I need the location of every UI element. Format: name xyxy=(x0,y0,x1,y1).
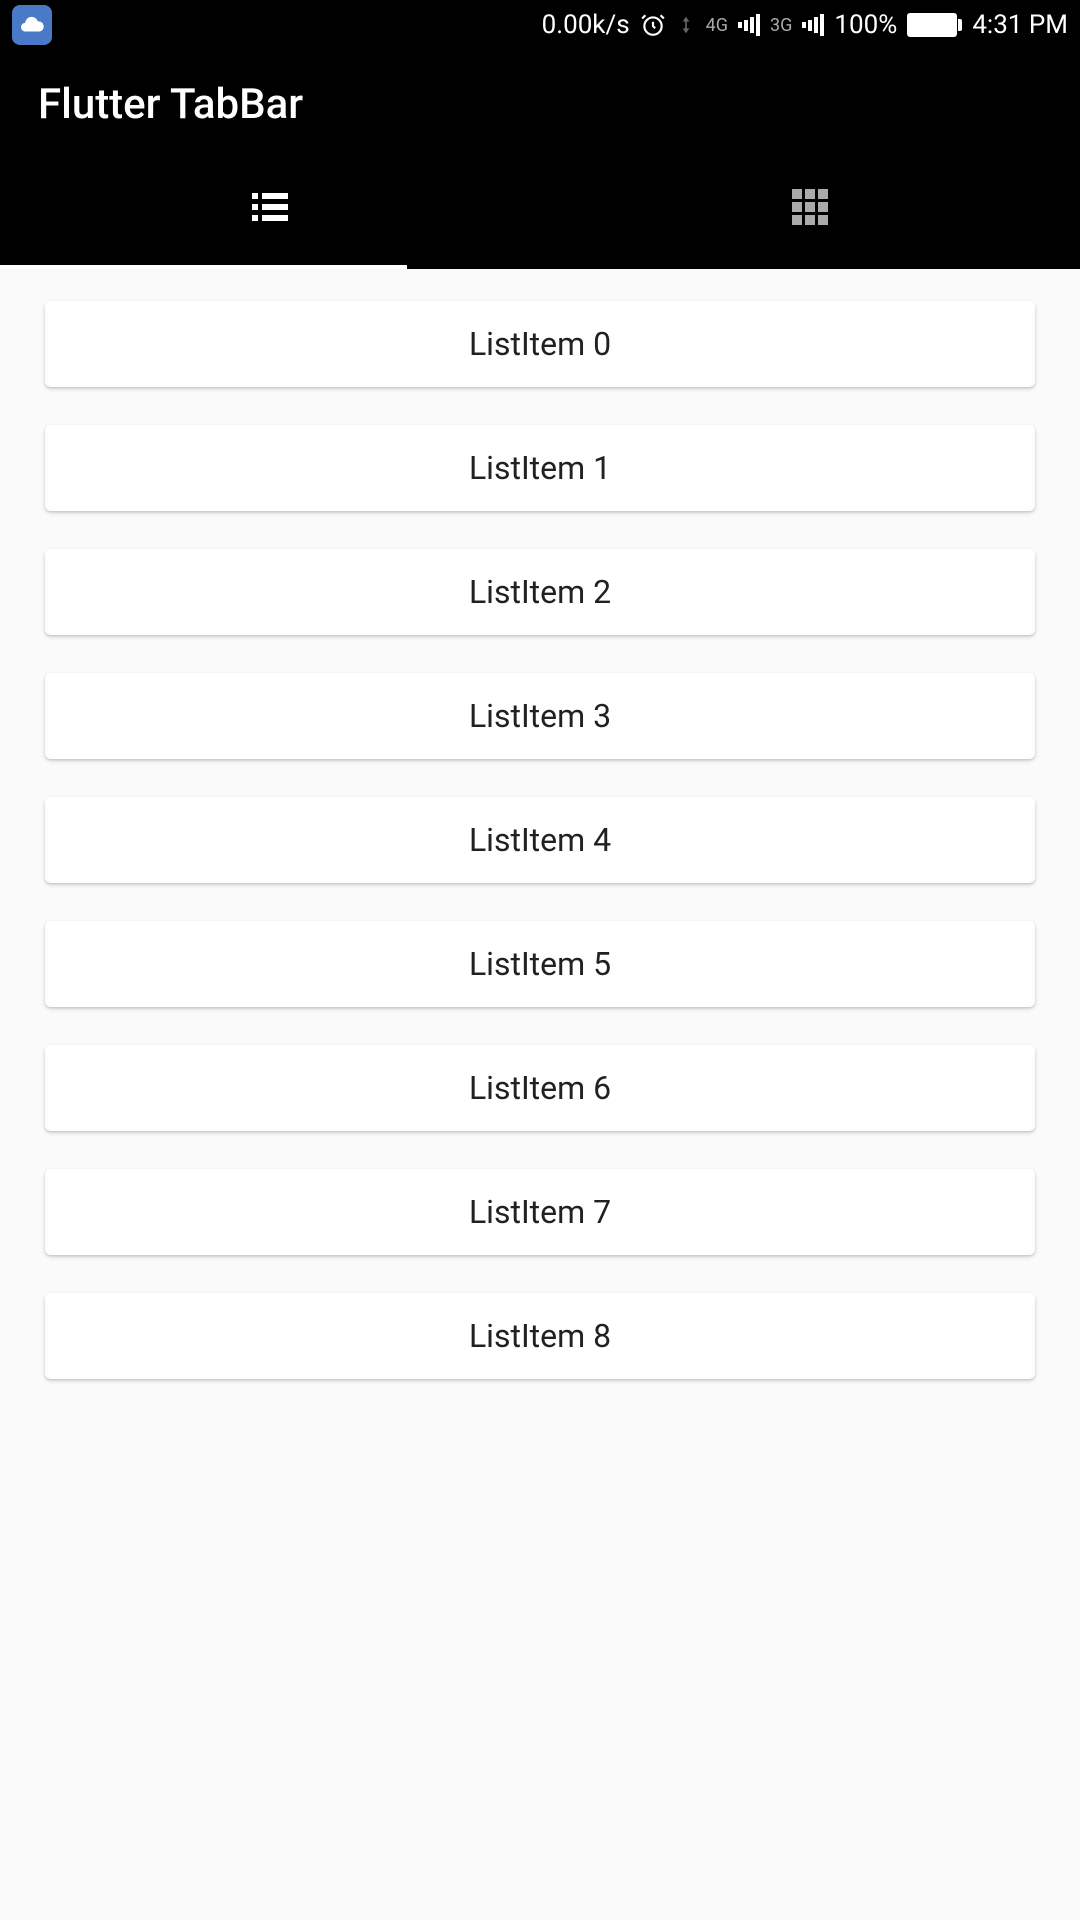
battery-percent: 100% xyxy=(834,10,897,40)
list-item-label: ListItem 5 xyxy=(469,945,611,983)
tab-list-view[interactable] xyxy=(0,149,540,269)
app-bar: Flutter TabBar xyxy=(0,50,1080,149)
list-item[interactable]: ListItem 3 xyxy=(45,673,1035,759)
grid-icon xyxy=(786,183,834,235)
list-item[interactable]: ListItem 0 xyxy=(45,301,1035,387)
list-item[interactable]: ListItem 2 xyxy=(45,549,1035,635)
cloud-app-icon xyxy=(12,5,52,45)
list-item[interactable]: ListItem 1 xyxy=(45,425,1035,511)
list-item[interactable]: ListItem 7 xyxy=(45,1169,1035,1255)
signal-bars-2 xyxy=(802,14,824,36)
list-item-label: ListItem 6 xyxy=(469,1069,611,1107)
list-item-label: ListItem 0 xyxy=(469,325,611,363)
status-right: 0.00k/s 4G 3G 100% 4:31 PM xyxy=(542,10,1068,40)
list-content[interactable]: ListItem 0 ListItem 1 ListItem 2 ListIte… xyxy=(0,269,1080,1919)
list-item-label: ListItem 2 xyxy=(469,573,611,611)
list-item-label: ListItem 7 xyxy=(469,1193,611,1231)
list-icon xyxy=(246,183,294,235)
signal-bars-1 xyxy=(738,14,760,36)
clock-time: 4:31 PM xyxy=(972,10,1068,40)
network-3g-label: 3G xyxy=(770,15,792,36)
status-left xyxy=(12,5,52,45)
status-bar: 0.00k/s 4G 3G 100% 4:31 PM xyxy=(0,0,1080,50)
tab-grid-view[interactable] xyxy=(540,149,1080,269)
list-item[interactable]: ListItem 6 xyxy=(45,1045,1035,1131)
alarm-icon xyxy=(640,12,666,38)
list-item-label: ListItem 1 xyxy=(469,449,611,487)
network-speed: 0.00k/s xyxy=(542,10,630,40)
tab-indicator xyxy=(0,265,407,269)
app-title: Flutter TabBar xyxy=(38,80,1042,129)
list-item-label: ListItem 8 xyxy=(469,1317,611,1355)
list-item-label: ListItem 4 xyxy=(469,821,611,859)
tab-bar xyxy=(0,149,1080,269)
network-4g-indicator xyxy=(676,15,696,35)
list-item[interactable]: ListItem 4 xyxy=(45,797,1035,883)
list-item[interactable]: ListItem 8 xyxy=(45,1293,1035,1379)
list-item-label: ListItem 3 xyxy=(469,697,611,735)
network-4g-label: 4G xyxy=(706,15,728,36)
battery-icon xyxy=(907,13,962,37)
list-item[interactable]: ListItem 5 xyxy=(45,921,1035,1007)
